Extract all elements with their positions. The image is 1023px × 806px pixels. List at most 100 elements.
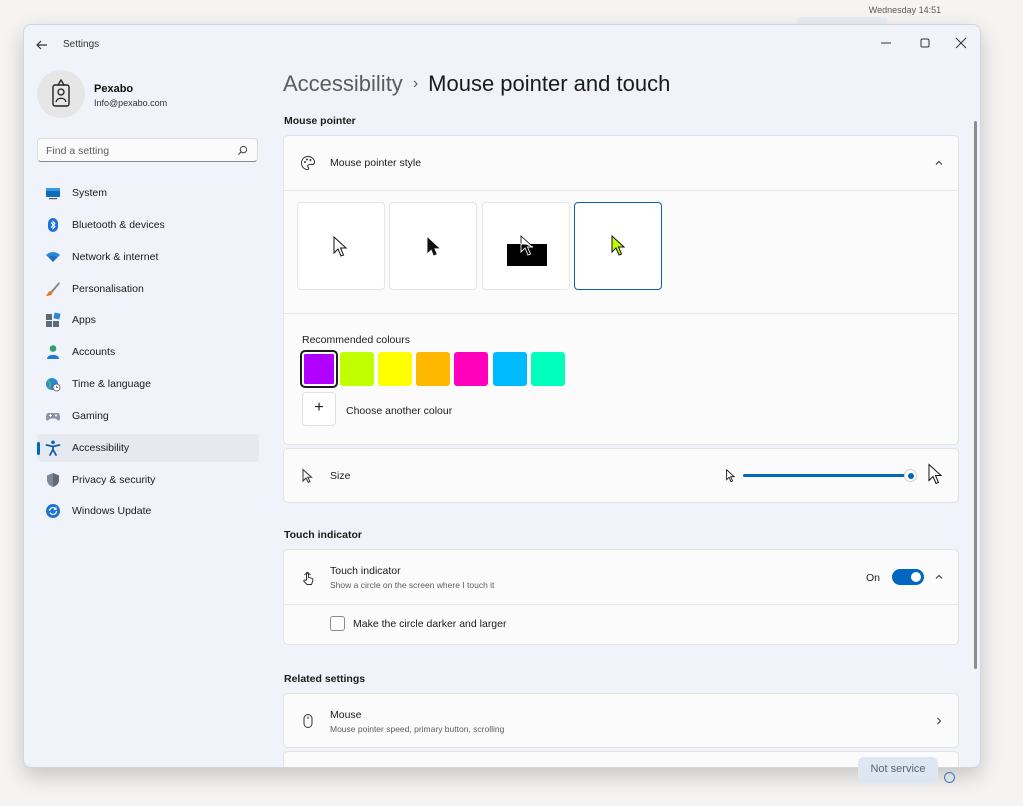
sidebar-item-privacy-security[interactable]: Privacy & security <box>37 466 259 494</box>
small-pointer-icon <box>726 469 736 483</box>
sidebar-item-label: Personalisation <box>72 282 144 295</box>
related-mouse-description: Mouse pointer speed, primary button, scr… <box>330 724 505 734</box>
sidebar-item-label: Accounts <box>72 346 116 359</box>
divider <box>284 313 958 314</box>
sidebar-item-label: Gaming <box>72 409 109 422</box>
maximize-icon[interactable] <box>908 31 942 55</box>
section-title-mouse-pointer: Mouse pointer <box>284 115 356 127</box>
sidebar-item-accessibility[interactable]: Accessibility <box>37 433 259 462</box>
darker-circle-label[interactable]: Make the circle darker and larger <box>353 618 507 630</box>
avatar[interactable] <box>37 70 85 118</box>
sidebar-item-label: Accessibility <box>72 441 130 454</box>
touch-indicator-description: Show a circle on the screen where I touc… <box>330 580 495 590</box>
mouse-icon <box>303 714 313 728</box>
size-slider-track[interactable] <box>743 474 910 477</box>
colour-swatch-lime[interactable] <box>340 352 374 386</box>
sidebar-item-apps[interactable]: Apps <box>37 306 259 334</box>
scrollbar[interactable] <box>974 121 977 669</box>
back-arrow-icon[interactable] <box>34 37 50 53</box>
pointer-style-custom[interactable] <box>574 202 662 290</box>
section-title-related-settings: Related settings <box>284 673 366 685</box>
search-input[interactable]: Find a setting <box>37 138 258 162</box>
chevron-up-icon[interactable] <box>934 158 944 168</box>
sidebar-item-gaming[interactable]: Gaming <box>37 402 259 430</box>
profile-name: Pexabo <box>94 83 134 95</box>
wifi-icon <box>46 251 60 262</box>
related-mouse-label: Mouse <box>330 709 362 721</box>
pointer-style-inverted[interactable] <box>482 202 570 290</box>
pointer-style-header[interactable]: Mouse pointer style <box>284 136 958 190</box>
divider <box>284 190 958 191</box>
darker-circle-checkbox[interactable] <box>330 616 345 631</box>
shield-icon <box>47 472 59 487</box>
inverted-pointer-icon <box>507 235 547 266</box>
chevron-right-icon <box>937 717 942 725</box>
sidebar-item-windows-update[interactable]: Windows Update <box>37 497 259 525</box>
sidebar-item-label: Windows Update <box>72 505 152 518</box>
sidebar-nav: System Bluetooth & devices Network & int… <box>37 179 259 529</box>
notification-icon <box>944 772 955 783</box>
section-title-touch-indicator: Touch indicator <box>284 529 362 541</box>
active-indicator <box>37 441 40 455</box>
custom-color-pointer-icon <box>611 235 626 256</box>
sidebar-item-label: System <box>72 187 108 199</box>
badge-person-icon <box>52 78 70 107</box>
colour-swatch-yellow[interactable] <box>378 352 412 386</box>
divider <box>284 604 958 605</box>
apps-icon <box>46 312 61 328</box>
related-mouse-card[interactable]: Mouse Mouse pointer speed, primary butto… <box>283 693 959 748</box>
sidebar-item-label: Network & internet <box>72 250 159 263</box>
add-colour-button[interactable]: + <box>302 392 336 426</box>
page-title: Mouse pointer and touch <box>428 71 671 96</box>
recommended-colours-label: Recommended colours <box>302 334 410 346</box>
person-icon <box>47 345 59 360</box>
colour-swatch-purple[interactable] <box>300 350 338 388</box>
choose-colour-label[interactable]: Choose another colour <box>346 405 452 417</box>
sidebar-item-label: Time & language <box>72 378 151 391</box>
white-pointer-icon <box>333 236 348 257</box>
breadcrumb-separator: › <box>412 75 419 92</box>
size-label: Size <box>330 470 351 482</box>
update-icon <box>46 504 60 519</box>
touch-indicator-toggle[interactable] <box>892 569 924 585</box>
pointer-style-card: Mouse pointer style Recommended colours … <box>283 135 959 445</box>
pointer-icon <box>302 468 313 484</box>
pointer-style-black[interactable] <box>389 202 477 290</box>
breadcrumb-parent[interactable]: Accessibility <box>283 71 403 96</box>
accessibility-icon <box>45 440 61 456</box>
toggle-state-label: On <box>866 572 881 584</box>
touch-icon <box>303 571 314 585</box>
chevron-up-icon[interactable] <box>934 572 944 582</box>
sidebar-item-bluetooth[interactable]: Bluetooth & devices <box>37 211 259 239</box>
sidebar-item-personalisation[interactable]: Personalisation <box>37 275 259 303</box>
sidebar-item-system[interactable]: System <box>37 179 259 207</box>
large-pointer-icon <box>928 463 943 485</box>
profile-email: Info@pexabo.com <box>94 98 168 108</box>
breadcrumb: Accessibility › Mouse pointer and touch <box>283 71 670 97</box>
touch-indicator-card: Touch indicator Show a circle on the scr… <box>283 549 959 645</box>
colour-swatch-teal[interactable] <box>531 352 565 386</box>
search-placeholder: Find a setting <box>46 145 110 157</box>
minimize-icon[interactable] <box>869 31 903 55</box>
notification-pill: Not service <box>858 757 938 783</box>
colour-swatch-pink[interactable] <box>454 352 488 386</box>
sidebar-item-network[interactable]: Network & internet <box>37 243 259 271</box>
monitor-icon <box>46 188 60 200</box>
colour-swatch-orange[interactable] <box>416 352 450 386</box>
sidebar-item-label: Bluetooth & devices <box>72 218 165 231</box>
size-slider-thumb[interactable] <box>904 469 917 482</box>
close-icon[interactable] <box>944 31 978 55</box>
sidebar-item-time-language[interactable]: Time & language <box>37 370 259 398</box>
search-icon[interactable] <box>237 145 248 156</box>
pointer-size-card: Size <box>283 448 959 503</box>
title-bar: Settings <box>24 25 980 63</box>
sidebar-item-label: Apps <box>72 314 96 327</box>
palette-icon <box>300 155 316 171</box>
pointer-style-white[interactable] <box>297 202 385 290</box>
taskbar-clock: Wednesday 14:51 <box>868 5 942 15</box>
sidebar-item-label: Privacy & security <box>72 473 156 486</box>
sidebar-item-accounts[interactable]: Accounts <box>37 338 259 366</box>
settings-window: Settings Pexabo Info@pexabo.com Find a s… <box>23 24 981 768</box>
touch-indicator-label: Touch indicator <box>330 565 401 577</box>
colour-swatch-blue[interactable] <box>493 352 527 386</box>
